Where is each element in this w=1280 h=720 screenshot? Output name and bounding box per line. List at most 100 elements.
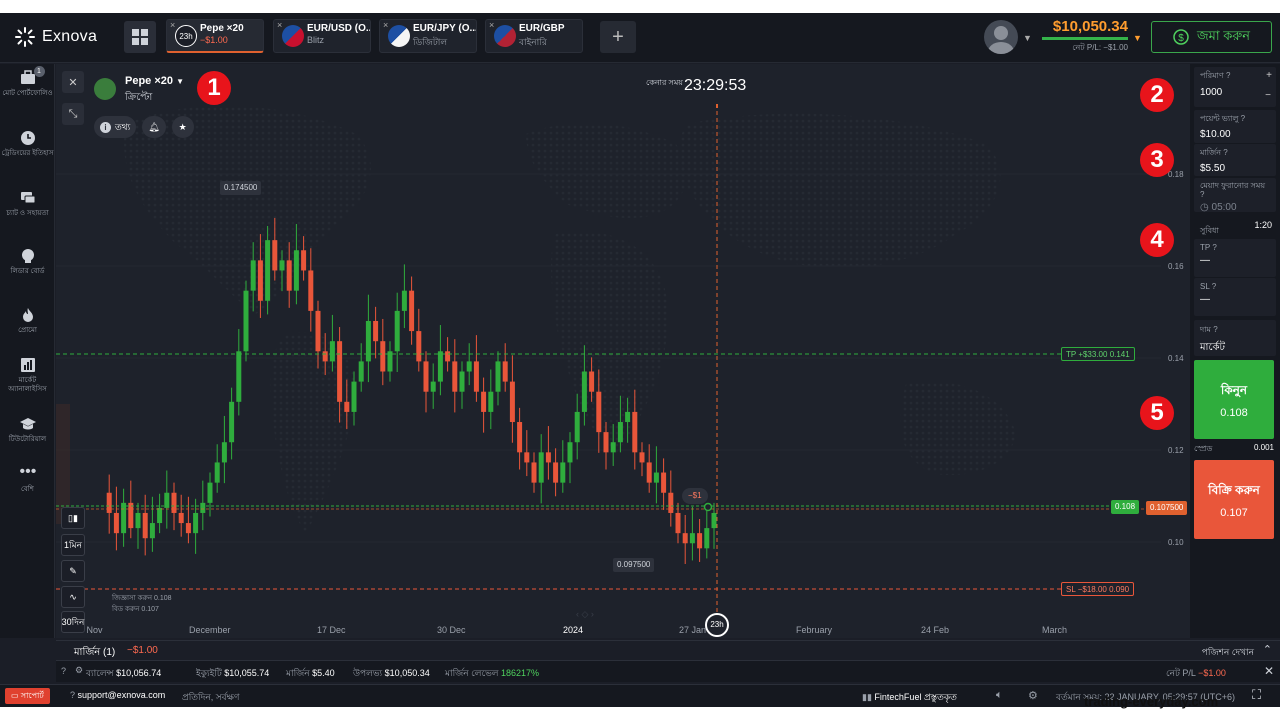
settings-icon[interactable]: ⚙ [75, 665, 83, 676]
stop-loss-box[interactable]: SL ? — [1194, 278, 1276, 316]
chevron-down-icon[interactable]: ▼ [1023, 33, 1032, 43]
y-tick: 0.10 [1168, 538, 1184, 547]
speaker-icon[interactable]: 🔈︎ [996, 689, 1003, 702]
asset-selector[interactable]: Pepe ×20 ▼ ক্রিপ্টো [125, 75, 184, 107]
price-type-box[interactable]: দাম ? মার্কেট [1194, 320, 1276, 356]
buy-label: কিনুন [1220, 383, 1248, 397]
timer-icon: 23h [175, 25, 197, 47]
logo[interactable]: Exnova [14, 26, 97, 48]
decrease-button[interactable]: − [1265, 90, 1271, 101]
amount-box[interactable]: পরিমাণ ? 1000 + − [1194, 67, 1276, 107]
help-icon[interactable]: ? [61, 666, 66, 676]
help-icon: ? [1212, 243, 1217, 252]
all-assets-button[interactable] [124, 21, 156, 53]
close-icon[interactable]: × [383, 20, 388, 30]
expiry-box[interactable]: মেয়াদ ফুরানোর সময় ? ◷ 05:00 [1194, 178, 1276, 213]
candle-body [351, 381, 357, 412]
amount-input[interactable]: 1000 [1200, 87, 1270, 98]
deposit-button[interactable]: $ জমা করুন [1151, 21, 1272, 53]
equity-label: ইক্যুইটি [196, 668, 222, 678]
sidebar-item-portfolio[interactable]: 1 মোট পোর্টফোলিও [0, 66, 55, 98]
close-icon[interactable]: ✕ [1264, 664, 1274, 678]
fullscreen-icon[interactable]: ⛶ [1252, 687, 1261, 703]
take-profit-tag[interactable]: TP +$33.00 0.141 [1061, 347, 1135, 361]
current-sell-price: 0.107500 [1146, 501, 1188, 515]
sidebar-item-leaderboard[interactable]: লিডার বোর্ড [0, 248, 55, 276]
info-button[interactable]: i তথ্য [94, 116, 137, 138]
support-button[interactable]: ▭ সাপোর্ট [5, 688, 50, 704]
close-icon[interactable]: × [489, 20, 494, 30]
chart-area[interactable]: ‹ ◇ › ✕ ⤡ Pepe ×20 ▼ ক্রিপ্টো i তথ্য 🔔︎ ★… [56, 64, 1190, 638]
settings-icon[interactable]: ⚙ [1028, 689, 1038, 702]
avatar[interactable] [984, 20, 1018, 54]
candle-body [272, 240, 278, 271]
tab-eur-jpy[interactable]: × EUR/JPY (O... ডিজিটাল [379, 19, 477, 53]
chart-type-button[interactable]: ▯▮ [61, 507, 85, 529]
candle-body [682, 533, 688, 544]
candle-body [344, 401, 350, 412]
balance-widget[interactable]: $10,050.34 নেট P/L: −$1.00 [1042, 18, 1128, 55]
timeframe-button[interactable]: 1মিন [61, 534, 85, 556]
sidebar-item-label: প্রোমো [18, 327, 37, 334]
indicators-button[interactable]: ∿ [61, 586, 85, 608]
candle-body [452, 361, 458, 392]
position-pl-tag[interactable]: −$1 [682, 488, 708, 504]
close-icon[interactable]: × [170, 20, 175, 30]
sidebar-item-tutorials[interactable]: টিউটোরিয়াল [0, 416, 55, 444]
candle-body [481, 391, 487, 412]
candle-body [214, 462, 220, 483]
pencil-icon: ✎ [69, 565, 77, 576]
increase-button[interactable]: + [1266, 70, 1272, 81]
tp-short: TP [1066, 350, 1077, 359]
chevron-down-icon[interactable]: ▼ [1133, 33, 1142, 43]
nav-arrows[interactable]: ‹ ◇ › [576, 609, 594, 619]
add-tab-button[interactable]: + [600, 21, 636, 53]
tp-label: TP [1200, 243, 1211, 252]
analysis-icon [20, 357, 36, 373]
sidebar-item-label: মার্কেট অ্যানালাইসিস [8, 377, 47, 393]
candle-body [689, 533, 695, 544]
help-icon: ? [1223, 148, 1228, 157]
stop-loss-tag[interactable]: SL −$18.00 0.090 [1061, 582, 1135, 596]
sidebar-item-chat[interactable]: চ্যাট ও সহায়তা [0, 190, 55, 218]
candle-body [632, 411, 638, 453]
candle-body [488, 391, 494, 412]
candle-body [423, 361, 429, 392]
tab-pepe[interactable]: × 23h Pepe ×20 −$1.00 [166, 19, 264, 53]
sidebar-item-analysis[interactable]: মার্কেট অ্যানালাইসিস [0, 357, 55, 394]
support-email[interactable]: support@exnova.com [78, 690, 166, 700]
tab-eur-usd[interactable]: × EUR/USD (O... Blitz [273, 19, 371, 53]
sell-button[interactable]: বিক্রি করুন 0.107 [1194, 460, 1274, 539]
collapse-button[interactable]: ⤡ [62, 103, 84, 125]
sidebar-item-more[interactable]: ••• বেশি [0, 464, 55, 494]
candle-body [524, 452, 530, 463]
candle-body [221, 442, 227, 463]
tab-eur-gbp[interactable]: × EUR/GBP বাইনারি [485, 19, 583, 53]
positions-bar[interactable]: মার্জিন (1) −$1.00 পজিশন দেখান ⌃ [56, 640, 1280, 660]
close-chart-button[interactable]: ✕ [62, 71, 84, 93]
candle-body [668, 492, 674, 513]
sidebar-item-history[interactable]: ট্রেডিংয়ের ইতিহাস [0, 130, 55, 158]
help-icon: ? [1211, 282, 1217, 291]
buy-price: 0.108 [1220, 407, 1248, 419]
leverage-row[interactable]: সুবিধা 1:20 [1194, 215, 1276, 237]
sidebar-item-promo[interactable]: প্রোমো [0, 307, 55, 335]
show-positions-button[interactable]: পজিশন দেখান [1202, 645, 1254, 660]
tab-type: ডিজিটাল [413, 37, 448, 47]
bid-label: বিড করুন [112, 606, 140, 613]
candle-body [711, 512, 717, 529]
period-button[interactable]: 30দিন [61, 611, 85, 633]
balance-label: ব্যালেন্স [86, 668, 114, 678]
buy-button[interactable]: কিনুন 0.108 [1194, 360, 1274, 439]
alert-button[interactable]: 🔔︎ [142, 116, 166, 138]
chevron-up-icon[interactable]: ⌃ [1263, 643, 1272, 656]
expiry-marker[interactable]: 23h [705, 613, 729, 637]
price-chart[interactable]: ‹ ◇ › [56, 64, 1190, 638]
favorite-button[interactable]: ★ [171, 116, 194, 138]
candle-body [178, 512, 184, 524]
close-icon[interactable]: × [277, 20, 282, 30]
sell-label: বিক্রি করুন [1208, 483, 1260, 497]
take-profit-box[interactable]: TP ? — [1194, 239, 1276, 277]
draw-button[interactable]: ✎ [61, 560, 85, 582]
entry-point[interactable] [703, 502, 713, 512]
